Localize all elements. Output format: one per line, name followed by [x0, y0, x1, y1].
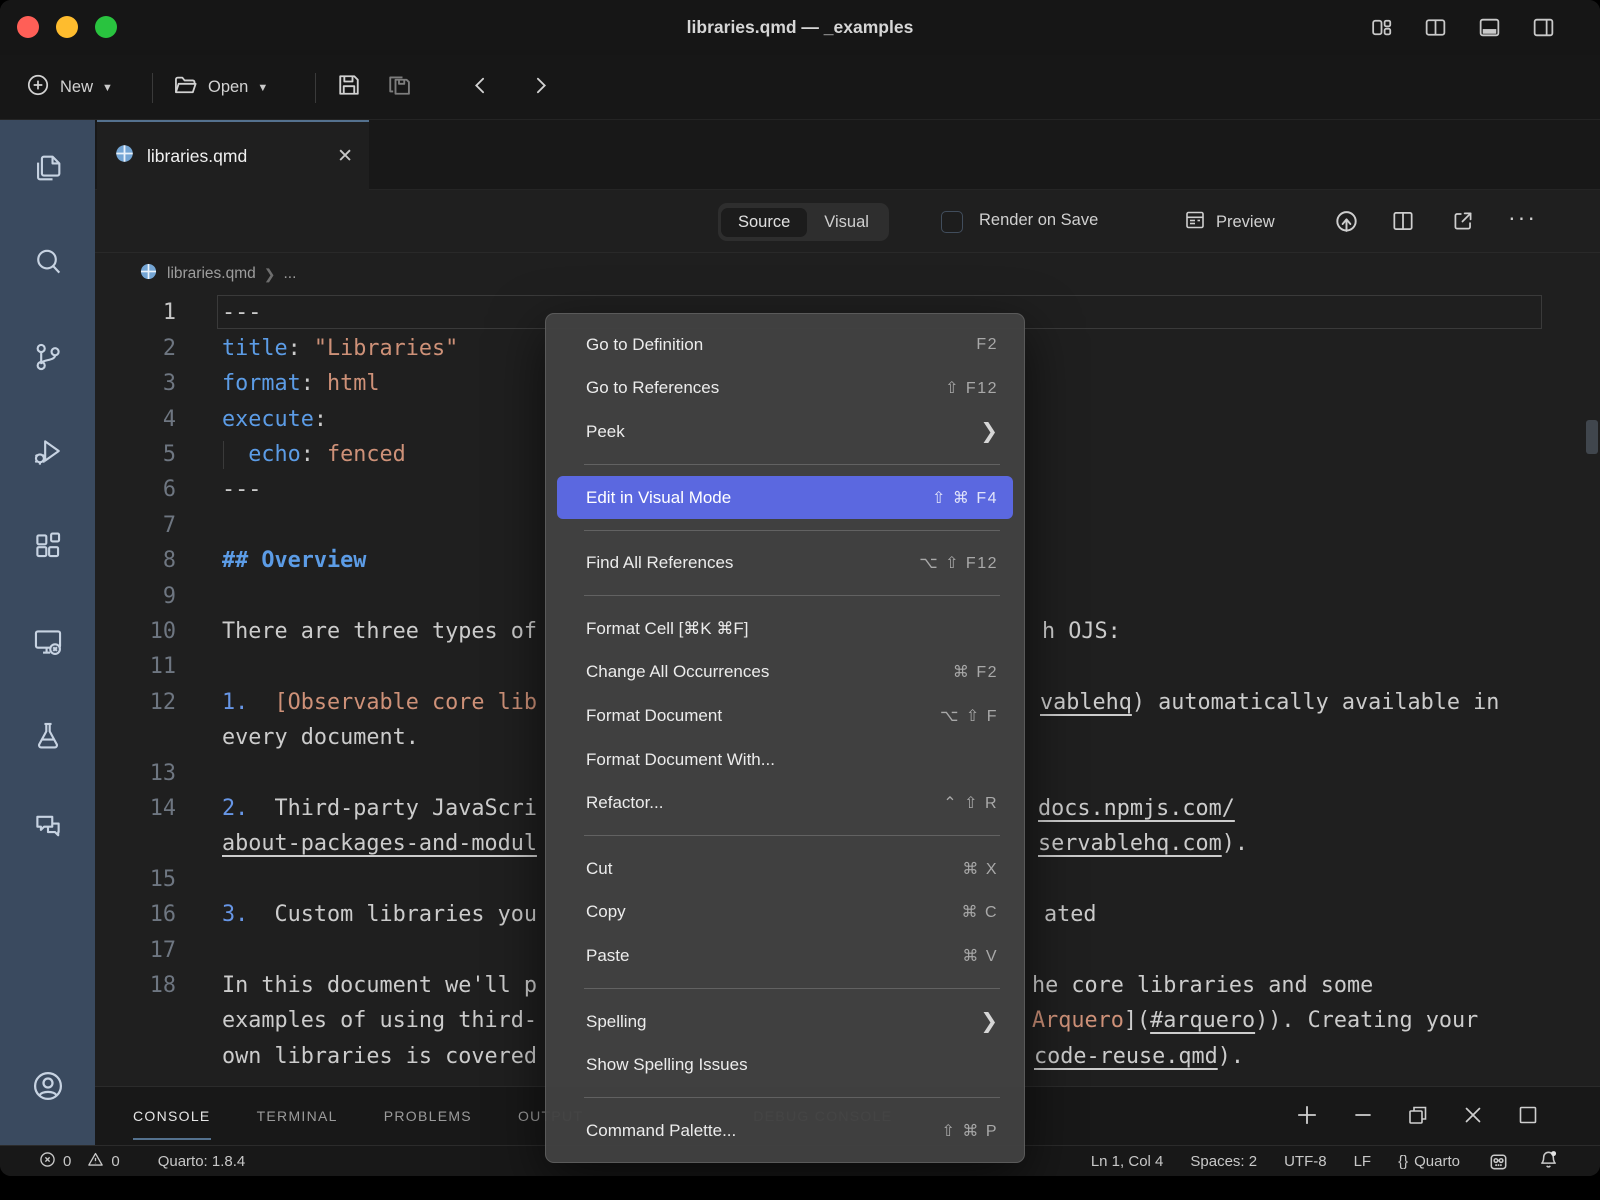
run-debug-icon[interactable] [0, 423, 95, 479]
menu-item-go-to-references[interactable]: Go to References⇧ F12 [557, 367, 1013, 411]
customize-layout-icon[interactable] [1369, 15, 1394, 40]
titlebar: libraries.qmd — _examples [0, 0, 1600, 55]
menu-separator [584, 835, 1000, 836]
save-icon [335, 71, 363, 104]
menu-separator [584, 988, 1000, 989]
indentation-status[interactable]: Spaces: 2 [1190, 1153, 1257, 1170]
source-visual-toggle: Source Visual [718, 203, 889, 241]
panel-tab-terminal[interactable]: TERMINAL [257, 1087, 338, 1145]
split-editor-icon[interactable] [1390, 208, 1416, 239]
language-mode-status[interactable]: {} Quarto [1398, 1153, 1460, 1170]
menu-item-go-to-definition[interactable]: Go to DefinitionF2 [557, 323, 1013, 367]
source-control-icon[interactable] [0, 329, 95, 385]
panel-tab-console[interactable]: CONSOLE [133, 1087, 211, 1145]
chevron-right-icon [528, 73, 553, 103]
error-icon [38, 1150, 57, 1173]
activity-bar [0, 120, 95, 1145]
render-document-icon[interactable] [1332, 208, 1361, 242]
braces-icon: {} [1398, 1153, 1408, 1170]
context-menu: Go to DefinitionF2Go to References⇧ F12P… [545, 313, 1025, 1163]
menu-item-paste[interactable]: Paste⌘ V [557, 934, 1013, 978]
extensions-icon[interactable] [0, 518, 95, 574]
window-title: libraries.qmd — _examples [0, 0, 1600, 55]
menu-item-refactor[interactable]: Refactor...⌃ ⇧ R [557, 781, 1013, 825]
main-toolbar: New ▼ Open ▼ Search Python 3.12.1 [0, 55, 1600, 120]
menu-separator [584, 464, 1000, 465]
menu-item-peek[interactable]: Peek❯ [557, 410, 1013, 454]
more-actions-icon[interactable]: ··· [1508, 204, 1537, 231]
menu-item-edit-in-visual-mode[interactable]: Edit in Visual Mode⇧ ⌘ F4 [557, 476, 1013, 520]
menu-separator [584, 595, 1000, 596]
maximize-panel-icon[interactable] [1516, 1103, 1540, 1130]
notifications-bell-icon[interactable] [1537, 1148, 1560, 1175]
navigate-forward-button[interactable] [528, 55, 553, 120]
menu-item-copy[interactable]: Copy⌘ C [557, 891, 1013, 935]
split-editor-layout-icon[interactable] [1423, 15, 1448, 40]
editor-actions-bar: Source Visual Render on Save Preview ··· [95, 190, 1600, 253]
visual-mode-button[interactable]: Visual [807, 208, 886, 237]
problems-status[interactable]: 0 0 [38, 1150, 120, 1173]
quarto-version-status[interactable]: Quarto: 1.8.4 [158, 1153, 246, 1170]
quarto-file-icon [113, 142, 136, 170]
remote-sessions-icon[interactable] [0, 614, 95, 670]
menu-item-change-all-occurrences[interactable]: Change All Occurrences⌘ F2 [557, 651, 1013, 695]
tab-libraries-qmd[interactable]: libraries.qmd ✕ [97, 120, 369, 190]
menu-separator [584, 530, 1000, 531]
plus-circle-icon [25, 72, 51, 103]
search-sidebar-icon[interactable] [0, 234, 95, 290]
new-button[interactable]: New ▼ [25, 55, 113, 120]
toggle-secondary-sidebar-icon[interactable] [1531, 15, 1556, 40]
comments-icon[interactable] [0, 798, 95, 854]
save-all-button[interactable] [385, 55, 413, 120]
render-on-save-label: Render on Save [979, 211, 1098, 230]
testing-icon[interactable] [0, 708, 95, 764]
tab-strip: libraries.qmd ✕ [95, 120, 1600, 190]
chevron-down-icon: ▼ [102, 82, 113, 94]
close-panel-icon[interactable] [1461, 1103, 1485, 1130]
folder-open-icon [172, 72, 199, 104]
source-mode-button[interactable]: Source [721, 208, 807, 237]
render-on-save-checkbox[interactable] [941, 211, 963, 233]
feedback-icon[interactable] [1487, 1150, 1510, 1173]
account-icon[interactable] [0, 1058, 95, 1114]
eol-status[interactable]: LF [1354, 1153, 1372, 1170]
menu-item-command-palette[interactable]: Command Palette...⇧ ⌘ P [557, 1109, 1013, 1153]
warning-icon [86, 1150, 105, 1173]
toggle-panel-icon[interactable] [1477, 15, 1502, 40]
navigate-back-button[interactable] [468, 55, 493, 120]
chevron-down-icon: ▼ [257, 82, 268, 94]
preview-button[interactable]: Preview [1183, 208, 1275, 237]
menu-item-find-all-references[interactable]: Find All References⌥ ⇧ F12 [557, 541, 1013, 585]
menu-item-spelling[interactable]: Spelling❯ [557, 1000, 1013, 1044]
quarto-file-icon [138, 261, 159, 287]
minimize-panel-icon[interactable] [1351, 1103, 1375, 1130]
save-all-icon [385, 71, 413, 104]
menu-item-format-cell-k-f[interactable]: Format Cell [⌘K ⌘F] [557, 607, 1013, 651]
breadcrumb[interactable]: libraries.qmd ❯ ... [95, 253, 1600, 295]
open-button[interactable]: Open ▼ [172, 55, 268, 120]
menu-item-format-document-with[interactable]: Format Document With... [557, 738, 1013, 782]
menu-item-format-document[interactable]: Format Document⌥ ⇧ F [557, 694, 1013, 738]
chevron-left-icon [468, 73, 493, 103]
cursor-position-status[interactable]: Ln 1, Col 4 [1091, 1153, 1164, 1170]
menu-item-show-spelling-issues[interactable]: Show Spelling Issues [557, 1043, 1013, 1087]
menu-separator [584, 1097, 1000, 1098]
encoding-status[interactable]: UTF-8 [1284, 1153, 1327, 1170]
explorer-icon[interactable] [0, 140, 95, 196]
scrollbar-thumb[interactable] [1586, 420, 1598, 454]
save-button[interactable] [335, 55, 363, 120]
new-console-icon[interactable] [1294, 1102, 1320, 1131]
panel-tab-problems[interactable]: PROBLEMS [384, 1087, 472, 1145]
menu-item-cut[interactable]: Cut⌘ X [557, 847, 1013, 891]
chevron-right-icon: ❯ [264, 266, 276, 283]
preview-icon [1183, 208, 1207, 237]
restore-panel-icon[interactable] [1406, 1103, 1430, 1130]
close-tab-icon[interactable]: ✕ [337, 145, 353, 168]
app-window: libraries.qmd — _examples New ▼ Open ▼ [0, 0, 1600, 1176]
open-external-icon[interactable] [1450, 208, 1476, 239]
